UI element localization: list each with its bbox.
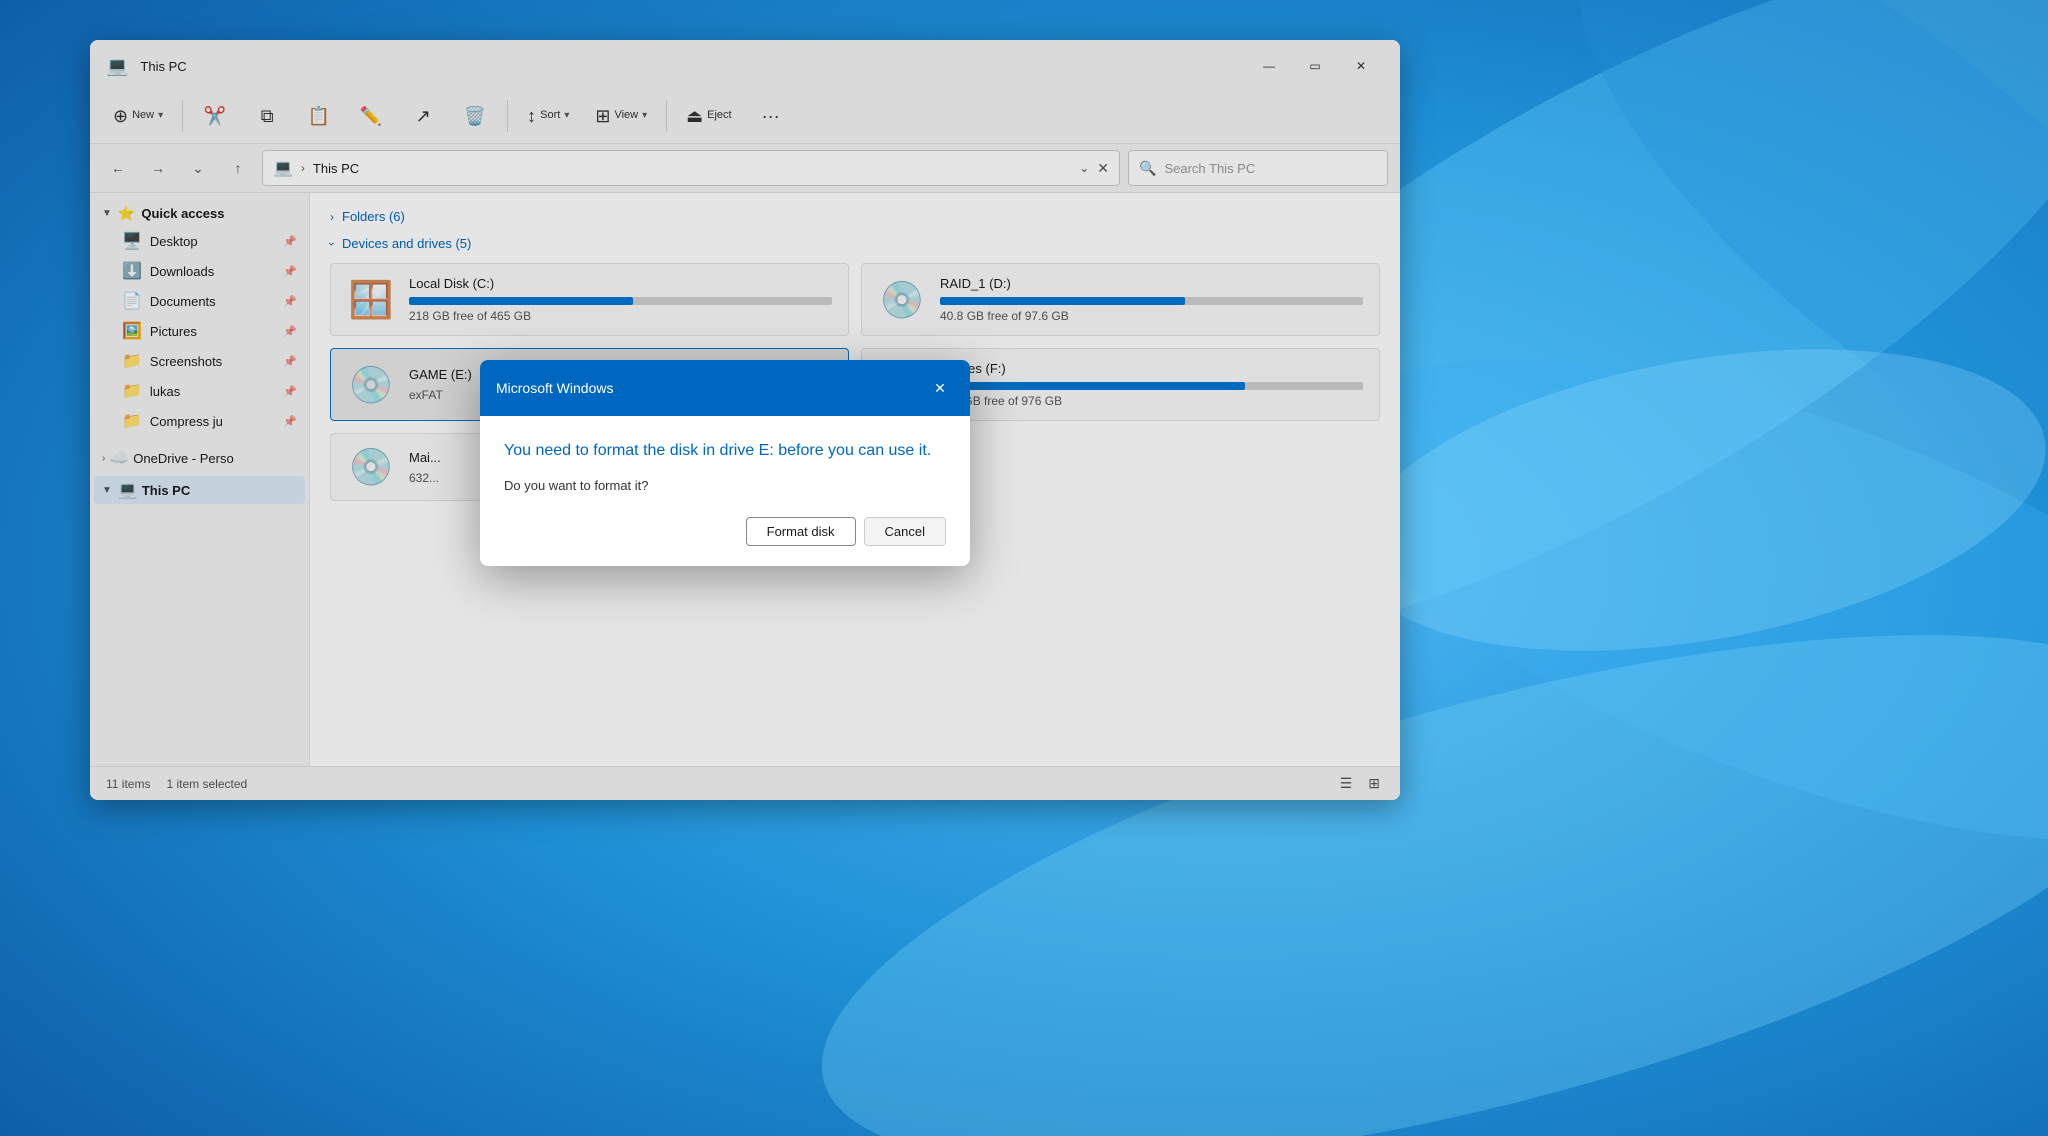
dialog-close-button[interactable]: ✕	[926, 374, 954, 402]
dialog-buttons: Format disk Cancel	[504, 517, 946, 546]
dialog-body: You need to format the disk in drive E: …	[480, 416, 970, 566]
dialog-title-bar: Microsoft Windows ✕	[480, 360, 970, 416]
file-explorer-window: 💻 This PC — ▭ ✕ ⊕ New ▾ ✂️ ⧉ 📋 ✏️ ↗	[90, 40, 1400, 800]
dialog-title: Microsoft Windows	[496, 380, 613, 396]
dialog-main-text: You need to format the disk in drive E: …	[504, 440, 946, 462]
format-dialog: Microsoft Windows ✕ You need to format t…	[480, 360, 970, 566]
format-disk-button[interactable]: Format disk	[746, 517, 856, 546]
dialog-overlay: Microsoft Windows ✕ You need to format t…	[90, 40, 1400, 800]
dialog-sub-text: Do you want to format it?	[504, 478, 946, 493]
cancel-button[interactable]: Cancel	[864, 517, 946, 546]
